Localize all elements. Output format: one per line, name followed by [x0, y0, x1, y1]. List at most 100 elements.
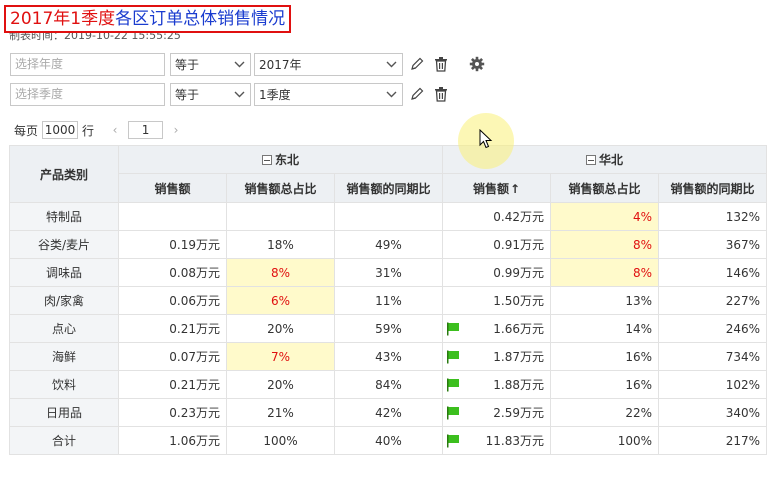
nc-yoy-cell: 217% — [658, 426, 767, 455]
page-number-input[interactable]: 1 — [128, 121, 164, 139]
green-flag-icon — [447, 350, 459, 364]
nc-sales-cell: 1.88万元 — [442, 370, 551, 399]
chevron-down-icon — [232, 57, 246, 71]
category-cell: 海鲜 — [9, 342, 119, 371]
report-title: 2017年1季度 各区订单总体销售情况 — [4, 5, 292, 33]
table-row: 点心 0.21万元 20% 59% 1.66万元 14% 246% — [9, 314, 767, 343]
nc-yoy-cell: 734% — [658, 342, 767, 371]
table-body: 特制品 0.42万元 4% 132% 谷类/麦片 0.19万元 18% 49% … — [9, 202, 767, 455]
year-filter-input[interactable]: 选择年度 — [10, 52, 165, 76]
ne-sales-cell: 0.07万元 — [118, 342, 227, 371]
col-label: 销售额 — [472, 181, 509, 196]
rows-label: 行 — [82, 123, 95, 138]
nc-share-cell: 16% — [550, 342, 659, 371]
quarter-value: 1季度 — [259, 87, 291, 102]
cell-value: 0.99万元 — [493, 266, 544, 280]
green-flag-icon — [447, 434, 459, 448]
mouse-cursor-icon — [479, 129, 493, 149]
chevron-down-icon — [384, 87, 398, 101]
cell-value: 1.50万元 — [493, 294, 544, 308]
nc-sales-cell: 0.42万元 — [442, 202, 551, 231]
ne-yoy-cell: 49% — [334, 230, 443, 259]
quarter-filter-input[interactable]: 选择季度 — [10, 82, 165, 106]
col-header-ne-yoy[interactable]: 销售额的同期比 — [334, 173, 443, 203]
category-cell: 日用品 — [9, 398, 119, 427]
prev-page-button[interactable]: ‹ — [108, 121, 122, 139]
gear-icon[interactable] — [467, 54, 487, 74]
nc-share-cell: 100% — [550, 426, 659, 455]
category-cell: 点心 — [9, 314, 119, 343]
nc-sales-cell: 1.50万元 — [442, 286, 551, 315]
ne-sales-cell: 0.21万元 — [118, 370, 227, 399]
nc-sales-cell: 11.83万元 — [442, 426, 551, 455]
category-cell: 谷类/麦片 — [9, 230, 119, 259]
nc-share-cell: 22% — [550, 398, 659, 427]
year-value: 2017年 — [259, 57, 302, 72]
year-value-select[interactable]: 2017年 — [254, 52, 403, 76]
nc-sales-cell: 0.99万元 — [442, 258, 551, 287]
green-flag-icon — [447, 378, 459, 392]
year-operator-select[interactable]: 等于 — [170, 52, 251, 76]
table-row: 调味品 0.08万元 8% 31% 0.99万元 8% 146% — [9, 258, 767, 287]
ne-sales-cell: 1.06万元 — [118, 426, 227, 455]
table-row: 海鲜 0.07万元 7% 43% 1.87万元 16% 734% — [9, 342, 767, 371]
page-size-input[interactable]: 1000 — [42, 121, 79, 139]
nc-yoy-cell: 367% — [658, 230, 767, 259]
trash-icon[interactable] — [431, 54, 451, 74]
ne-sales-cell: 0.21万元 — [118, 314, 227, 343]
ne-sales-cell — [118, 202, 227, 231]
nc-yoy-cell: 132% — [658, 202, 767, 231]
group-label: 东北 — [274, 153, 299, 167]
nc-yoy-cell: 246% — [658, 314, 767, 343]
quarter-operator-select[interactable]: 等于 — [170, 82, 251, 106]
col-header-ne-sales[interactable]: 销售额 — [118, 173, 227, 203]
edit-pencil-icon[interactable] — [407, 84, 427, 104]
category-header: 产品类别 — [9, 145, 119, 203]
ne-share-cell: 6% — [226, 286, 335, 315]
ne-sales-cell: 0.23万元 — [118, 398, 227, 427]
trash-icon[interactable] — [431, 84, 451, 104]
nc-sales-cell: 1.87万元 — [442, 342, 551, 371]
ne-share-cell — [226, 202, 335, 231]
nc-yoy-cell: 340% — [658, 398, 767, 427]
col-header-nc-share[interactable]: 销售额总占比 — [550, 173, 659, 203]
report-title-subject: 各区订单总体销售情况 — [115, 9, 286, 29]
quarter-value-select[interactable]: 1季度 — [254, 82, 403, 106]
ne-yoy-cell: 31% — [334, 258, 443, 287]
ne-sales-cell: 0.08万元 — [118, 258, 227, 287]
ne-share-cell: 20% — [226, 314, 335, 343]
ne-share-cell: 8% — [226, 258, 335, 287]
nc-share-cell: 16% — [550, 370, 659, 399]
col-header-nc-sales[interactable]: 销售额↑ — [442, 173, 551, 203]
cell-value: 11.83万元 — [485, 434, 544, 448]
green-flag-icon — [447, 322, 459, 336]
edit-pencil-icon[interactable] — [407, 54, 427, 74]
category-cell: 合计 — [9, 426, 119, 455]
ne-sales-cell: 0.06万元 — [118, 286, 227, 315]
cell-value: 1.66万元 — [493, 322, 544, 336]
sales-table: 产品类别 东北 华北 销售额 销售额总占比 销售额的同期比 销售额↑ 销售额总占… — [9, 145, 767, 455]
ne-yoy-cell: 84% — [334, 370, 443, 399]
category-cell: 调味品 — [9, 258, 119, 287]
sort-up-icon[interactable]: ↑ — [510, 182, 520, 196]
table-row: 肉/家禽 0.06万元 6% 11% 1.50万元 13% 227% — [9, 286, 767, 315]
ne-share-cell: 7% — [226, 342, 335, 371]
collapse-icon[interactable] — [585, 155, 596, 165]
nc-yoy-cell: 146% — [658, 258, 767, 287]
ne-share-cell: 100% — [226, 426, 335, 455]
table-row: 谷类/麦片 0.19万元 18% 49% 0.91万元 8% 367% — [9, 230, 767, 259]
filter-row-year: 选择年度 等于 2017年 — [10, 52, 487, 76]
chevron-down-icon — [384, 57, 398, 71]
next-page-button[interactable]: › — [169, 121, 183, 139]
category-cell: 饮料 — [9, 370, 119, 399]
nc-sales-cell: 1.66万元 — [442, 314, 551, 343]
category-cell: 肉/家禽 — [9, 286, 119, 315]
collapse-icon[interactable] — [261, 155, 272, 165]
nc-yoy-cell: 102% — [658, 370, 767, 399]
ne-share-cell: 18% — [226, 230, 335, 259]
col-header-ne-share[interactable]: 销售额总占比 — [226, 173, 335, 203]
table-row: 日用品 0.23万元 21% 42% 2.59万元 22% 340% — [9, 398, 767, 427]
ne-share-cell: 21% — [226, 398, 335, 427]
col-header-nc-yoy[interactable]: 销售额的同期比 — [658, 173, 767, 203]
group-header-northeast[interactable]: 东北 — [118, 145, 443, 174]
